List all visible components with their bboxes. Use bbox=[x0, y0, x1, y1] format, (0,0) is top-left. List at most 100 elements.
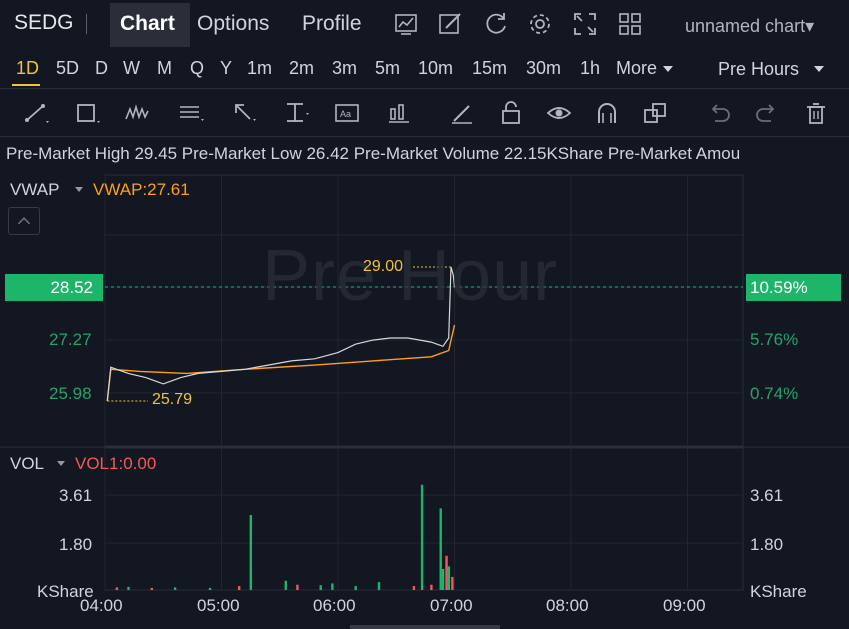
ticker-symbol[interactable]: SEDG bbox=[14, 11, 74, 35]
fib-icon[interactable] bbox=[177, 99, 205, 127]
vwap-value: VWAP:27.61 bbox=[93, 180, 190, 199]
trash-icon[interactable] bbox=[802, 99, 830, 127]
divider bbox=[86, 14, 87, 34]
interval-d[interactable]: D bbox=[95, 58, 108, 79]
eye-icon[interactable] bbox=[545, 99, 573, 127]
time-axis-label: 04:00 bbox=[80, 596, 123, 615]
chevron-down-icon[interactable] bbox=[57, 461, 65, 466]
volume-bar bbox=[447, 566, 451, 590]
volume-bar bbox=[354, 586, 357, 590]
time-axis-label: 06:00 bbox=[313, 596, 356, 615]
volume-axis-label: 1.80 bbox=[59, 535, 93, 554]
interval-5m[interactable]: 5m bbox=[375, 58, 400, 79]
volume-panel-frame bbox=[104, 447, 744, 591]
redo-icon[interactable] bbox=[753, 99, 781, 127]
volume-bar bbox=[237, 586, 241, 590]
vwap-indicator-label[interactable]: VWAP bbox=[10, 180, 59, 200]
price-axis-label: 27.27 bbox=[49, 330, 92, 349]
last-percent-badge: 10.59% bbox=[746, 274, 841, 301]
settings-icon[interactable] bbox=[526, 10, 554, 38]
chart-type-icon[interactable] bbox=[392, 10, 420, 38]
percent-axis-label: 0.74% bbox=[750, 384, 799, 403]
volume-bar bbox=[412, 586, 416, 590]
volume-bar bbox=[296, 584, 299, 590]
interval-y[interactable]: Y bbox=[220, 58, 232, 79]
fullscreen-icon[interactable] bbox=[571, 10, 599, 38]
refresh-icon[interactable] bbox=[482, 10, 510, 38]
volume-bar bbox=[445, 555, 448, 590]
volume-bar bbox=[208, 587, 212, 590]
interval-1m[interactable]: 1m bbox=[247, 58, 272, 79]
clone-icon[interactable] bbox=[641, 99, 669, 127]
tab-chart[interactable]: Chart bbox=[120, 12, 175, 36]
collapse-panel-button[interactable] bbox=[8, 207, 40, 235]
time-axis-label: 05:00 bbox=[197, 596, 240, 615]
last-price-badge: 28.52 bbox=[5, 274, 103, 301]
text-icon[interactable]: Aa bbox=[333, 99, 361, 127]
volume-bar bbox=[249, 515, 253, 590]
undo-icon[interactable] bbox=[705, 99, 733, 127]
trend-line-icon[interactable] bbox=[22, 99, 50, 127]
magnet-icon[interactable] bbox=[593, 99, 621, 127]
brush-icon[interactable] bbox=[448, 99, 476, 127]
volume-axis-label: 1.80 bbox=[750, 535, 784, 554]
interval-w[interactable]: W bbox=[123, 58, 140, 79]
tab-profile[interactable]: Profile bbox=[302, 12, 362, 36]
volume-bar bbox=[150, 587, 153, 590]
divider bbox=[0, 136, 849, 137]
interval-more[interactable]: More bbox=[616, 58, 657, 79]
indicator-icon[interactable] bbox=[385, 99, 413, 127]
volume-axis-label: 3.61 bbox=[750, 486, 784, 505]
time-scrollbar[interactable] bbox=[350, 625, 500, 629]
rectangle-icon[interactable] bbox=[73, 99, 101, 127]
volume-value: VOL1:0.00 bbox=[75, 454, 157, 473]
volume-bar bbox=[173, 587, 177, 590]
layout-grid-icon[interactable] bbox=[616, 10, 644, 38]
volume-indicator-label[interactable]: VOL bbox=[10, 454, 44, 474]
volume-bar bbox=[451, 576, 454, 590]
price-axis-label: 25.98 bbox=[49, 384, 92, 403]
interval-3m[interactable]: 3m bbox=[332, 58, 357, 79]
time-axis-label: 09:00 bbox=[663, 596, 706, 615]
draw-pen-icon[interactable] bbox=[436, 10, 464, 38]
interval-1d[interactable]: 1D bbox=[16, 58, 39, 79]
chevron-down-icon[interactable] bbox=[663, 66, 673, 72]
volume-bar bbox=[377, 582, 381, 590]
low-marker-label: 25.79 bbox=[152, 391, 193, 408]
chevron-down-icon[interactable] bbox=[814, 66, 824, 72]
time-axis-label: 07:00 bbox=[430, 596, 473, 615]
interval-30m[interactable]: 30m bbox=[526, 58, 561, 79]
svg-text:Aa: Aa bbox=[340, 109, 351, 119]
high-marker-label: 29.00 bbox=[363, 258, 404, 275]
volume-unit-label: KShare bbox=[750, 582, 807, 601]
percent-axis-label: 5.76% bbox=[750, 330, 799, 349]
volume-axis-label: 3.61 bbox=[59, 486, 93, 505]
volume-bar bbox=[115, 587, 119, 590]
interval-15m[interactable]: 15m bbox=[472, 58, 507, 79]
volume-bar bbox=[439, 508, 442, 590]
tab-options[interactable]: Options bbox=[197, 12, 269, 36]
arrow-icon[interactable] bbox=[230, 99, 258, 127]
interval-q[interactable]: Q bbox=[190, 58, 204, 79]
volume-bar bbox=[420, 484, 424, 590]
volume-bar bbox=[127, 586, 130, 590]
volume-bar bbox=[284, 580, 287, 590]
interval-2m[interactable]: 2m bbox=[289, 58, 314, 79]
interval-5d[interactable]: 5D bbox=[56, 58, 79, 79]
measure-icon[interactable] bbox=[283, 99, 311, 127]
volume-bar bbox=[331, 583, 334, 590]
pattern-icon[interactable] bbox=[124, 99, 152, 127]
session-watermark: Pre Hour bbox=[262, 236, 559, 316]
chevron-down-icon[interactable] bbox=[75, 187, 83, 192]
chart-name-dropdown[interactable]: unnamed chart▾ bbox=[685, 16, 814, 37]
interval-m[interactable]: M bbox=[157, 58, 172, 79]
time-axis-label: 08:00 bbox=[546, 596, 589, 615]
pre-market-stats: Pre-Market High 29.45 Pre-Market Low 26.… bbox=[6, 144, 741, 163]
lock-icon[interactable] bbox=[497, 99, 525, 127]
volume-bar bbox=[319, 585, 322, 590]
interval-1h[interactable]: 1h bbox=[580, 58, 600, 79]
interval-10m[interactable]: 10m bbox=[418, 58, 453, 79]
divider bbox=[0, 88, 849, 89]
session-selector[interactable]: Pre Hours bbox=[718, 59, 799, 80]
volume-bar bbox=[441, 568, 445, 590]
